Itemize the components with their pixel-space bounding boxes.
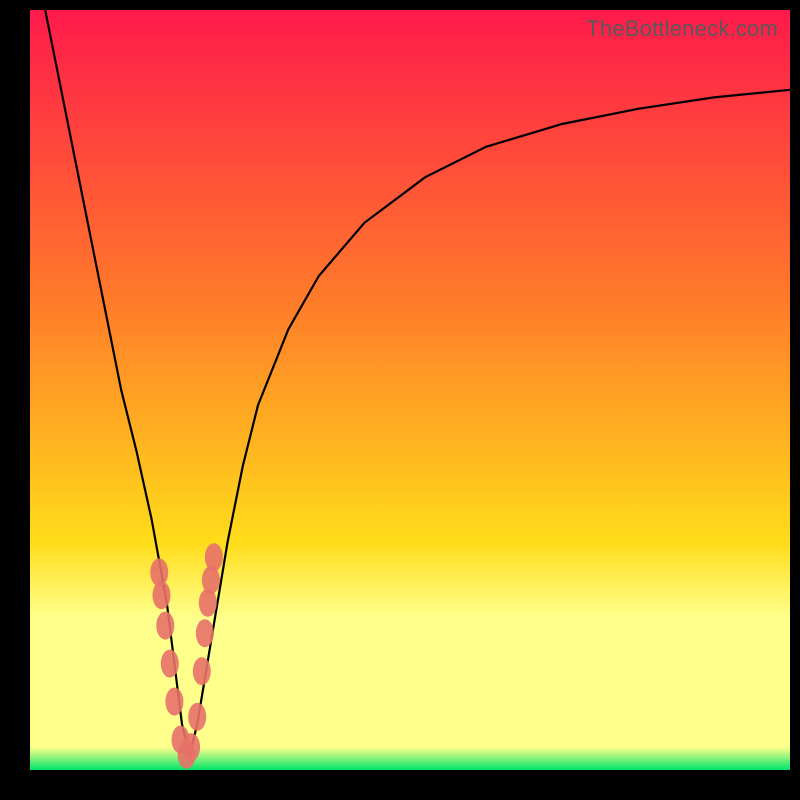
highlight-marker (165, 688, 183, 716)
highlight-marker (156, 612, 174, 640)
bottleneck-curve (30, 10, 790, 770)
highlight-marker (196, 619, 214, 647)
watermark-label: TheBottleneck.com (586, 16, 778, 42)
highlight-marker (205, 543, 223, 571)
curve-path (45, 10, 790, 755)
highlight-marker (193, 657, 211, 685)
plot-area: TheBottleneck.com (30, 10, 790, 770)
highlight-marker (182, 733, 200, 761)
highlight-marker (153, 581, 171, 609)
highlight-marker (188, 703, 206, 731)
highlight-marker (161, 650, 179, 678)
marker-group (150, 543, 223, 769)
chart-frame: TheBottleneck.com (0, 0, 800, 800)
